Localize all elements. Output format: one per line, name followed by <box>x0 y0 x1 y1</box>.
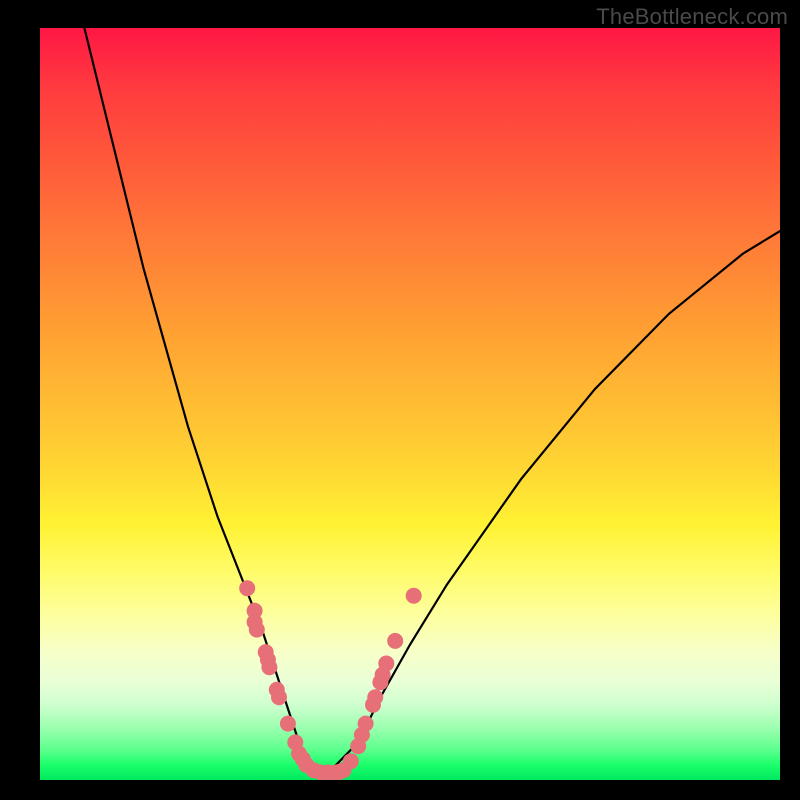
data-marker <box>239 580 255 596</box>
curve-svg <box>40 28 780 780</box>
bottleneck-curve-left <box>84 28 321 772</box>
watermark-text: TheBottleneck.com <box>596 4 788 30</box>
data-marker <box>378 655 394 671</box>
plot-area <box>40 28 780 780</box>
data-marker <box>249 622 265 638</box>
data-marker <box>358 716 374 732</box>
data-marker <box>280 716 296 732</box>
data-marker <box>261 659 277 675</box>
data-marker <box>271 689 287 705</box>
data-marker <box>367 689 383 705</box>
data-marker <box>387 633 403 649</box>
chart-frame: TheBottleneck.com <box>0 0 800 800</box>
data-marker <box>343 753 359 769</box>
data-marker <box>406 588 422 604</box>
bottleneck-curve-right <box>321 231 780 772</box>
data-markers <box>239 580 422 780</box>
